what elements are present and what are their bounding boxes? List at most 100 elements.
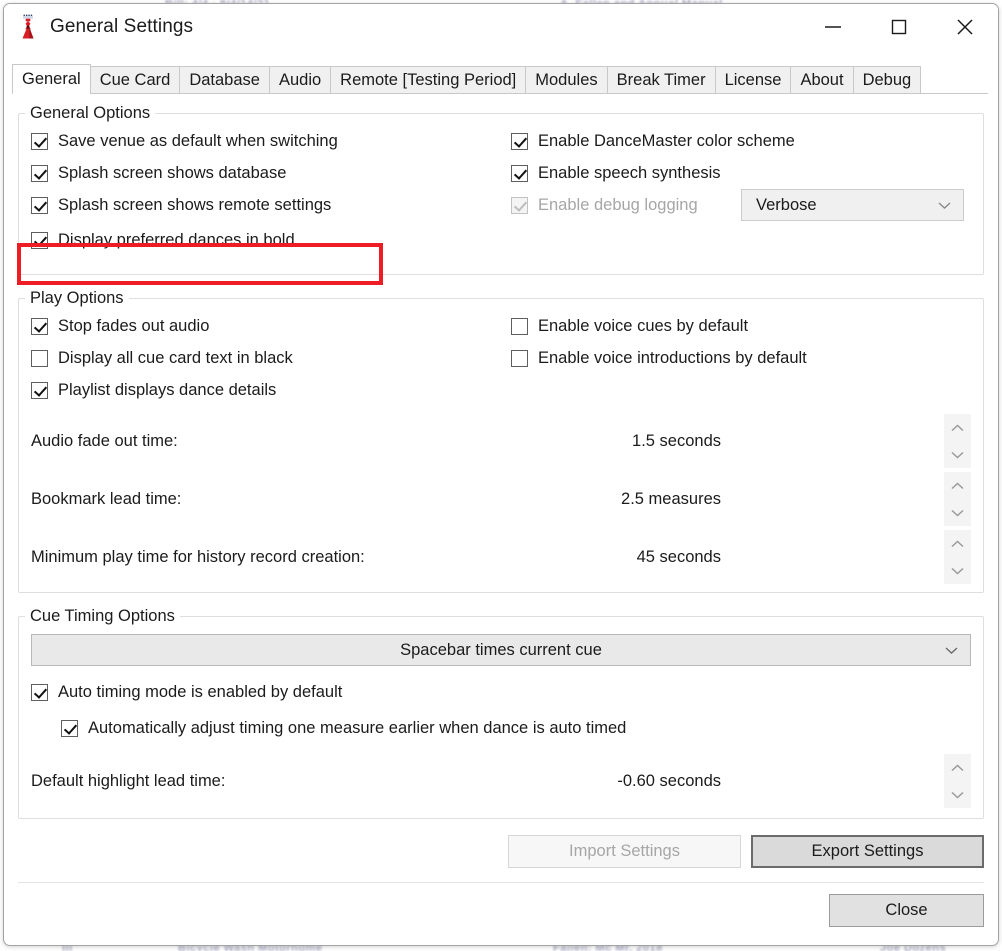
- chevron-down-icon: [945, 641, 958, 660]
- tab-general[interactable]: General: [12, 64, 91, 94]
- checkbox-indicator: [511, 196, 528, 214]
- spinner-up-button[interactable]: [944, 414, 971, 441]
- spinner-row-audio-fade-out-time: Audio fade out time: 1.5 seconds: [31, 412, 971, 470]
- tab-debug[interactable]: Debug: [852, 66, 922, 94]
- spinner-default-highlight-lead-time[interactable]: [944, 754, 971, 808]
- checkbox-indicator[interactable]: [31, 683, 48, 701]
- tab-break-timer[interactable]: Break Timer: [606, 66, 716, 94]
- checkbox-auto-timing-mode-enabled-by-default[interactable]: Auto timing mode is enabled by default: [31, 676, 971, 708]
- spinner-up-button[interactable]: [944, 754, 971, 781]
- checkbox-splash-shows-remote-settings[interactable]: Splash screen shows remote settings: [31, 189, 511, 221]
- tab-label: Remote [Testing Period]: [340, 71, 517, 89]
- checkbox-indicator[interactable]: [31, 132, 48, 150]
- spinner-down-button[interactable]: [944, 781, 971, 808]
- tab-remote[interactable]: Remote [Testing Period]: [330, 66, 527, 94]
- general-settings-window: General Settings General Cue Card Databa…: [3, 3, 999, 946]
- tab-cue-card[interactable]: Cue Card: [89, 66, 181, 94]
- dancer-dress-icon: [16, 14, 40, 40]
- general-options-left-column: Save venue as default when switching Spl…: [17, 125, 511, 285]
- spinner-row-minimum-play-time: Minimum play time for history record cre…: [31, 528, 971, 586]
- cue-timing-options-legend: Cue Timing Options: [30, 607, 175, 625]
- checkbox-label: Enable debug logging: [538, 195, 698, 214]
- tab-about[interactable]: About: [790, 66, 854, 94]
- checkbox-display-preferred-dances-in-bold[interactable]: Display preferred dances in bold: [31, 224, 511, 256]
- checkbox-indicator[interactable]: [31, 196, 48, 214]
- checkbox-indicator[interactable]: [31, 164, 48, 182]
- spinner-bookmark-lead-time[interactable]: [944, 472, 971, 526]
- checkbox-label: Stop fades out audio: [58, 316, 210, 335]
- general-options-group: General Options Save venue as default wh…: [17, 104, 984, 285]
- checkbox-enable-voice-introductions-by-default[interactable]: Enable voice introductions by default: [511, 342, 971, 374]
- debug-level-combobox[interactable]: Verbose: [741, 189, 964, 221]
- checkbox-save-venue-as-default[interactable]: Save venue as default when switching: [31, 125, 511, 157]
- export-settings-button[interactable]: Export Settings: [751, 835, 984, 868]
- close-button[interactable]: [932, 4, 998, 50]
- checkbox-enable-speech-synthesis[interactable]: Enable speech synthesis: [511, 157, 971, 189]
- tab-modules[interactable]: Modules: [525, 66, 608, 94]
- settings-tabstrip: General Cue Card Database Audio Remote […: [12, 64, 998, 94]
- close-dialog-label: Close: [885, 901, 928, 919]
- checkbox-indicator[interactable]: [511, 164, 528, 182]
- checkbox-indicator[interactable]: [31, 381, 48, 399]
- tab-audio[interactable]: Audio: [268, 66, 332, 94]
- chevron-down-icon: [951, 567, 964, 575]
- play-options-group: Play Options Stop fades out audio Displa…: [18, 289, 984, 593]
- chevron-down-icon: [951, 451, 964, 459]
- import-settings-button[interactable]: Import Settings: [508, 835, 741, 868]
- checkbox-indicator[interactable]: [31, 231, 48, 249]
- tab-label: Cue Card: [99, 71, 171, 89]
- spinner-up-button[interactable]: [944, 530, 971, 557]
- tab-database[interactable]: Database: [179, 66, 270, 94]
- tab-label: General: [22, 70, 81, 88]
- minimize-button[interactable]: [800, 4, 866, 50]
- spinner-label: Audio fade out time:: [31, 431, 178, 450]
- chevron-down-icon: [938, 196, 951, 215]
- tab-label: Audio: [278, 71, 322, 89]
- spinner-down-button[interactable]: [944, 557, 971, 584]
- checkbox-label: Enable voice introductions by default: [538, 348, 807, 367]
- tab-license[interactable]: License: [714, 66, 792, 94]
- export-settings-label: Export Settings: [811, 842, 924, 860]
- spinner-minimum-play-time[interactable]: [944, 530, 971, 584]
- window-controls: [800, 4, 998, 50]
- chevron-down-icon: [951, 509, 964, 517]
- checkbox-automatically-adjust-timing[interactable]: Automatically adjust timing one measure …: [61, 712, 971, 744]
- play-options-right-column: Enable voice cues by default Enable voic…: [511, 310, 971, 406]
- chevron-up-icon: [951, 481, 964, 489]
- tab-label: Debug: [862, 71, 912, 89]
- checkbox-display-all-cue-card-text-in-black[interactable]: Display all cue card text in black: [31, 342, 511, 374]
- close-icon: [957, 19, 973, 35]
- spinner-label: Default highlight lead time:: [31, 771, 226, 790]
- general-options-legend: General Options: [30, 104, 151, 122]
- checkbox-label: Enable DanceMaster color scheme: [538, 131, 795, 150]
- checkbox-label: Splash screen shows remote settings: [58, 195, 332, 214]
- checkbox-splash-shows-database[interactable]: Splash screen shows database: [31, 157, 511, 189]
- spinner-down-button[interactable]: [944, 499, 971, 526]
- checkbox-indicator[interactable]: [31, 317, 48, 335]
- checkbox-stop-fades-out-audio[interactable]: Stop fades out audio: [31, 310, 511, 342]
- checkbox-indicator[interactable]: [511, 349, 528, 367]
- spinner-audio-fade-out-time[interactable]: [944, 414, 971, 468]
- checkbox-indicator[interactable]: [31, 349, 48, 367]
- play-options-left-column: Stop fades out audio Display all cue car…: [31, 310, 511, 406]
- checkbox-enable-dancemaster-color-scheme[interactable]: Enable DanceMaster color scheme: [511, 125, 971, 157]
- maximize-icon: [891, 19, 907, 35]
- spinner-up-button[interactable]: [944, 472, 971, 499]
- close-dialog-button[interactable]: Close: [829, 894, 984, 927]
- cue-timing-mode-combobox[interactable]: Spacebar times current cue: [31, 634, 971, 666]
- spinner-down-button[interactable]: [944, 441, 971, 468]
- checkbox-enable-voice-cues-by-default[interactable]: Enable voice cues by default: [511, 310, 971, 342]
- checkbox-indicator[interactable]: [61, 719, 78, 737]
- import-settings-label: Import Settings: [569, 842, 680, 860]
- title-bar[interactable]: General Settings: [4, 4, 998, 50]
- checkbox-indicator[interactable]: [511, 317, 528, 335]
- dialog-footer: Close: [18, 882, 984, 927]
- checkbox-label: Enable speech synthesis: [538, 163, 721, 182]
- checkbox-playlist-displays-dance-details[interactable]: Playlist displays dance details: [31, 374, 511, 406]
- settings-action-buttons: Import Settings Export Settings: [18, 835, 984, 868]
- checkbox-indicator[interactable]: [511, 132, 528, 150]
- cue-timing-options-group: Cue Timing Options Spacebar times curren…: [18, 607, 984, 819]
- checkbox-label: Playlist displays dance details: [58, 380, 277, 399]
- maximize-button[interactable]: [866, 4, 932, 50]
- checkbox-label: Display all cue card text in black: [58, 348, 293, 367]
